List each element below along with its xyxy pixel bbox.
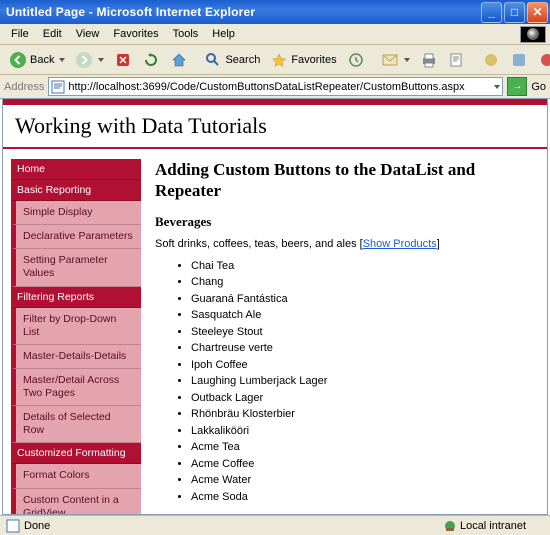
mail-icon — [381, 51, 399, 69]
sidebar-item[interactable]: Simple Display — [11, 201, 141, 225]
generic-icon — [510, 51, 528, 69]
list-item: Rhönbräu Klosterbier — [191, 406, 535, 423]
print-button[interactable] — [415, 48, 443, 72]
sidebar-item[interactable]: Format Colors — [11, 464, 141, 488]
address-bar: Address → Go — [0, 75, 550, 99]
page-heading: Working with Data Tutorials — [3, 105, 547, 149]
sidebar-item[interactable]: Master-Details-Details — [11, 345, 141, 369]
done-icon — [6, 519, 20, 533]
content-viewport[interactable]: Working with Data Tutorials HomeBasic Re… — [2, 99, 548, 515]
status-text: Done — [24, 520, 50, 532]
sidebar-item[interactable]: Details of Selected Row — [11, 406, 141, 443]
sidebar-item[interactable]: Setting Parameter Values — [11, 249, 141, 286]
back-label: Back — [30, 54, 54, 66]
edit-button[interactable] — [443, 48, 471, 72]
list-item: Acme Soda — [191, 489, 535, 506]
history-button[interactable] — [342, 48, 370, 72]
search-button[interactable]: Search — [199, 48, 265, 72]
menu-edit[interactable]: Edit — [36, 26, 69, 42]
list-item: Steeleye Stout — [191, 324, 535, 341]
section-heading: Beverages — [155, 214, 535, 230]
extra-button-1[interactable] — [477, 48, 505, 72]
refresh-icon — [142, 51, 160, 69]
favorites-label: Favorites — [291, 54, 336, 66]
sidebar-item[interactable]: Custom Content in a GridView — [11, 489, 141, 516]
stop-button[interactable] — [109, 48, 137, 72]
menu-help[interactable]: Help — [205, 26, 242, 42]
go-label: Go — [531, 81, 546, 93]
edit-icon — [448, 51, 466, 69]
throbber-icon — [520, 26, 546, 43]
menu-favorites[interactable]: Favorites — [106, 26, 165, 42]
url-input[interactable] — [68, 81, 491, 93]
maximize-button[interactable]: □ — [504, 2, 525, 23]
sidebar-item[interactable]: Master/Detail Across Two Pages — [11, 369, 141, 406]
list-item: Chai Tea — [191, 258, 535, 275]
main-content: Adding Custom Buttons to the DataList an… — [155, 159, 539, 515]
list-item: Ipoh Coffee — [191, 357, 535, 374]
list-item: Chang — [191, 274, 535, 291]
print-icon — [420, 51, 438, 69]
list-item: Sasquatch Ale — [191, 307, 535, 324]
mail-button[interactable] — [376, 48, 415, 72]
sidebar-category[interactable]: Filtering Reports — [11, 287, 141, 308]
zone-label: Local intranet — [460, 520, 526, 532]
close-button[interactable]: ✕ — [527, 2, 548, 23]
chevron-down-icon[interactable] — [494, 85, 500, 89]
search-label: Search — [225, 54, 260, 66]
sidebar-category[interactable]: Customized Formatting — [11, 443, 141, 464]
sidebar-item[interactable]: Filter by Drop-Down List — [11, 308, 141, 345]
minimize-button[interactable]: _ — [481, 2, 502, 23]
window-titlebar: Untitled Page - Microsoft Internet Explo… — [0, 0, 550, 24]
list-item: Acme Water — [191, 472, 535, 489]
stop-icon — [114, 51, 132, 69]
url-box[interactable] — [48, 77, 503, 96]
page-icon — [51, 80, 65, 94]
list-item: Acme Tea — [191, 439, 535, 456]
favorites-button[interactable]: Favorites — [265, 48, 341, 72]
window-title: Untitled Page - Microsoft Internet Explo… — [6, 5, 479, 19]
extra-button-3[interactable] — [533, 48, 550, 72]
list-item: Chartreuse verte — [191, 340, 535, 357]
toolbar: Back Search Favorites — [0, 45, 550, 75]
security-zone: Local intranet — [443, 519, 526, 533]
statusbar: Done Local intranet — [0, 515, 550, 535]
address-label: Address — [4, 81, 44, 93]
star-icon — [270, 51, 288, 69]
show-products-link[interactable]: Show Products — [363, 238, 437, 250]
list-item: Laughing Lumberjack Lager — [191, 373, 535, 390]
forward-icon — [75, 51, 93, 69]
forward-button[interactable] — [70, 48, 109, 72]
home-icon — [170, 51, 188, 69]
list-item: Guaraná Fantástica — [191, 291, 535, 308]
refresh-button[interactable] — [137, 48, 165, 72]
menu-tools[interactable]: Tools — [166, 26, 206, 42]
history-icon — [347, 51, 365, 69]
home-button[interactable] — [165, 48, 193, 72]
menu-view[interactable]: View — [69, 26, 107, 42]
sidebar-category[interactable]: Basic Reporting — [11, 180, 141, 201]
sidebar-category[interactable]: Home — [11, 159, 141, 180]
back-icon — [9, 51, 27, 69]
menu-file[interactable]: File — [4, 26, 36, 42]
sidebar-item[interactable]: Declarative Parameters — [11, 225, 141, 249]
sidebar: HomeBasic ReportingSimple DisplayDeclara… — [11, 159, 141, 515]
page-title: Adding Custom Buttons to the DataList an… — [155, 159, 535, 202]
list-item: Lakkalikööri — [191, 423, 535, 440]
extra-button-2[interactable] — [505, 48, 533, 72]
list-item: Acme Coffee — [191, 456, 535, 473]
list-item: Outback Lager — [191, 390, 535, 407]
generic-icon — [538, 51, 550, 69]
go-button[interactable]: → — [507, 77, 527, 96]
back-button[interactable]: Back — [4, 48, 70, 72]
search-icon — [204, 51, 222, 69]
intranet-icon — [443, 519, 457, 533]
product-list: Chai TeaChangGuaraná FantásticaSasquatch… — [191, 258, 535, 506]
menubar: File Edit View Favorites Tools Help — [0, 24, 550, 45]
generic-icon — [482, 51, 500, 69]
section-description: Soft drinks, coffees, teas, beers, and a… — [155, 238, 535, 250]
